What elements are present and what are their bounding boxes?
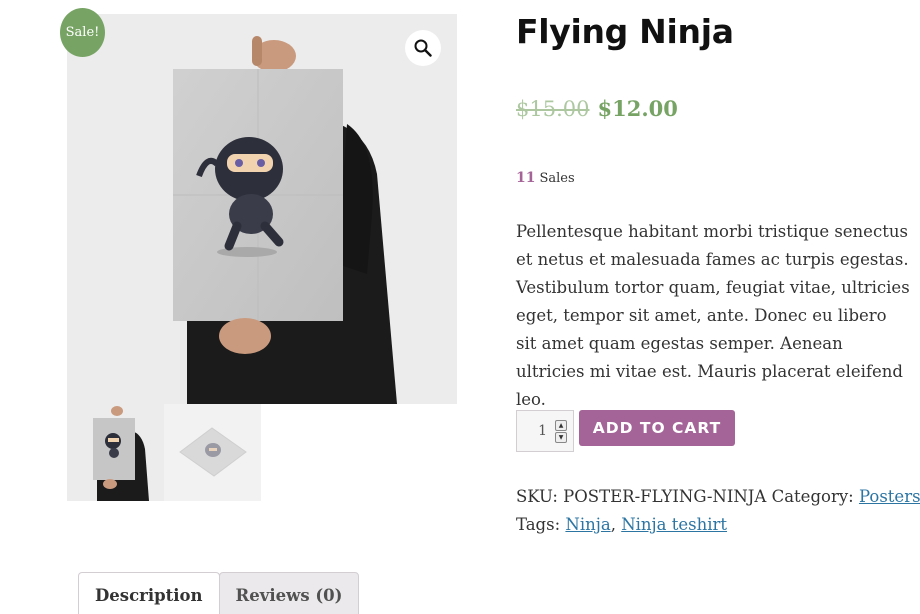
product-meta-tags: Tags: Ninja, Ninja teshirt xyxy=(516,515,727,534)
category-link[interactable]: Posters xyxy=(859,487,920,506)
product-tabs: Description Reviews (0) xyxy=(78,572,360,614)
sku-label: SKU: xyxy=(516,487,558,506)
quantity-stepper[interactable]: 1 ▲ ▼ xyxy=(516,410,574,452)
sale-badge: Sale! xyxy=(60,8,105,57)
tag-separator: , xyxy=(610,515,616,534)
sku-value: POSTER-FLYING-NINJA xyxy=(563,487,767,506)
product-main-image[interactable] xyxy=(67,14,457,404)
original-price: $15.00 xyxy=(516,97,590,121)
tags-label: Tags: xyxy=(516,515,561,534)
magnifier-icon xyxy=(414,39,432,57)
tab-reviews[interactable]: Reviews (0) xyxy=(218,572,360,614)
ninja-poster-flat-thumbnail xyxy=(164,404,261,501)
short-description: Pellentesque habitant morbi tristique se… xyxy=(516,222,910,409)
thumbnail-1[interactable] xyxy=(67,404,164,501)
sales-label: Sales xyxy=(539,171,575,186)
ninja-poster-image xyxy=(67,14,457,404)
sales-count: 11 Sales xyxy=(516,170,575,186)
add-to-cart-button[interactable]: ADD TO CART xyxy=(579,410,735,446)
zoom-button[interactable] xyxy=(405,30,441,66)
tag-link-ninja-teshirt[interactable]: Ninja teshirt xyxy=(621,515,727,534)
ninja-poster-thumbnail xyxy=(67,404,164,501)
quantity-value[interactable]: 1 xyxy=(538,423,547,439)
increment-icon[interactable]: ▲ xyxy=(555,419,567,431)
decrement-icon[interactable]: ▼ xyxy=(555,431,567,443)
tag-link-ninja[interactable]: Ninja xyxy=(565,515,610,534)
product-title: Flying Ninja xyxy=(516,12,734,51)
thumbnail-2[interactable] xyxy=(164,404,261,501)
sale-price: $12.00 xyxy=(597,96,678,121)
product-meta-sku: SKU: POSTER-FLYING-NINJA Category: Poste… xyxy=(516,487,920,506)
tab-description[interactable]: Description xyxy=(78,572,220,614)
category-label: Category: xyxy=(771,487,854,506)
sales-number: 11 xyxy=(516,170,536,186)
price: $15.00 $12.00 xyxy=(516,96,678,121)
